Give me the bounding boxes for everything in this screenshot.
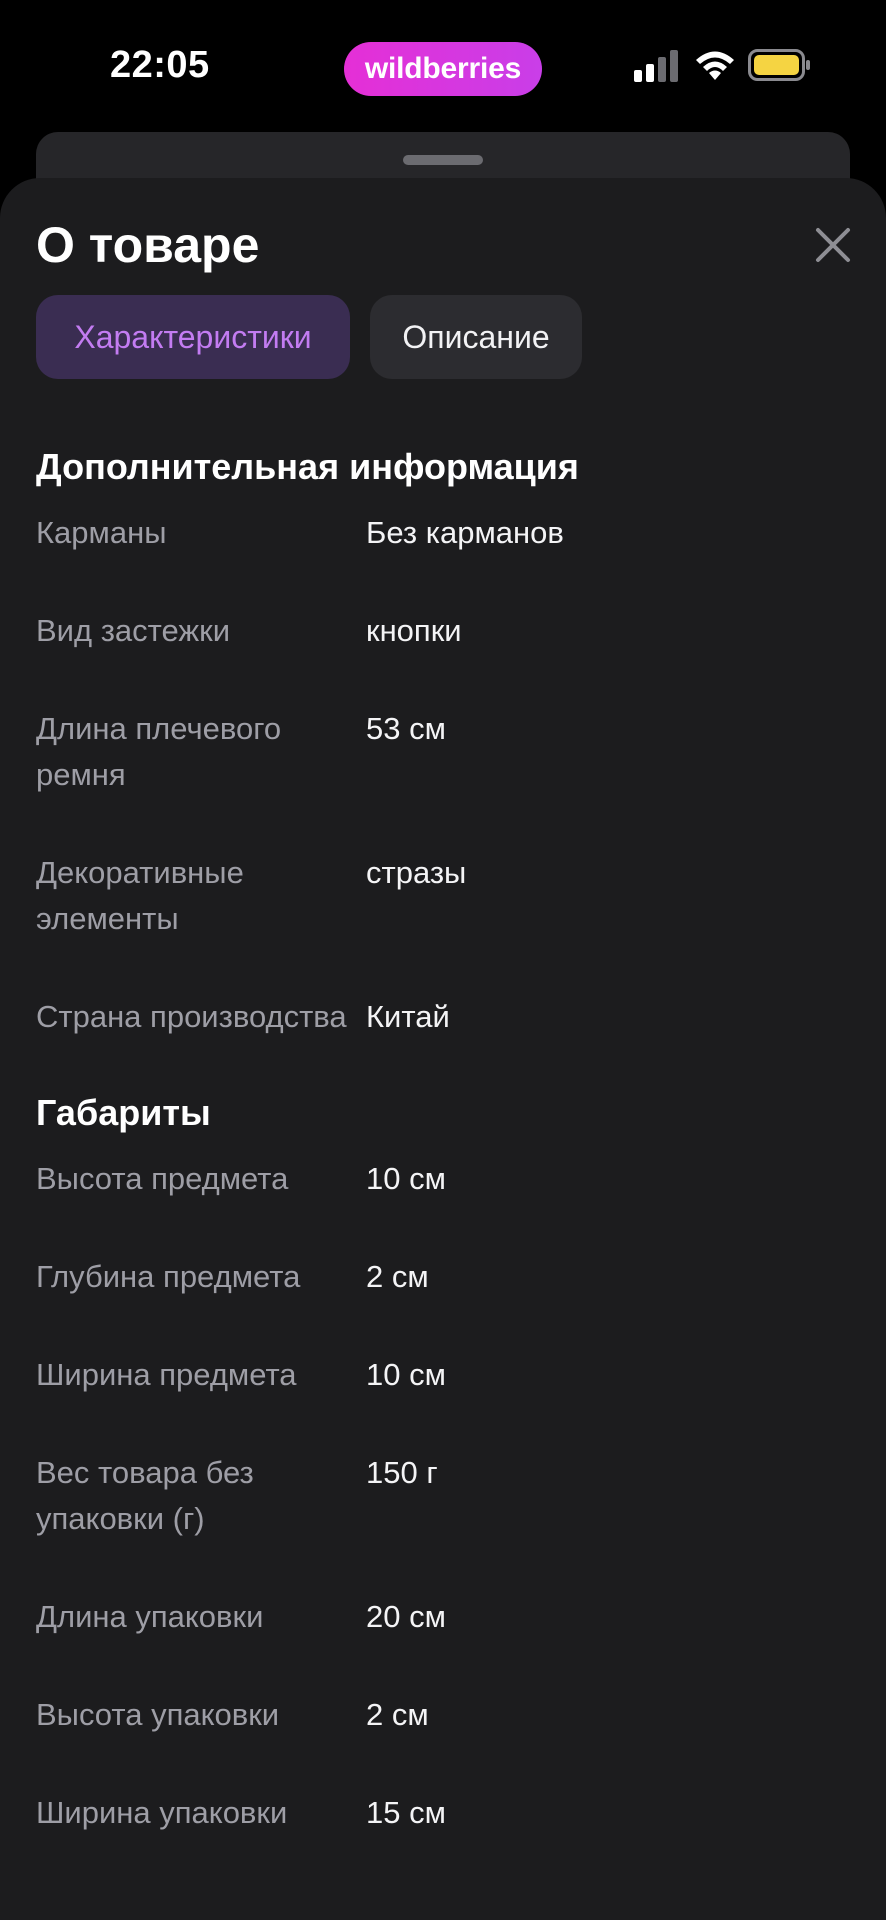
spec-label: Карманы — [36, 515, 167, 550]
spec-row: Вид застежки кнопки — [36, 608, 850, 654]
spec-label: Ширина предмета — [36, 1357, 297, 1392]
spec-label: Вид застежки — [36, 613, 231, 648]
spec-value: 150 г — [366, 1455, 438, 1490]
spec-row: Глубина предмета 2 см — [36, 1254, 850, 1300]
product-info-sheet: О товаре Характеристики Описание Дополни… — [0, 178, 886, 1920]
tabs: Характеристики Описание — [36, 295, 582, 379]
spec-label: Декоративные элементы — [36, 855, 244, 936]
spec-value: 20 см — [366, 1599, 446, 1634]
spec-label: Высота упаковки — [36, 1697, 280, 1732]
spec-row: Высота предмета 10 см — [36, 1156, 850, 1202]
close-icon — [816, 228, 850, 262]
spec-value: 10 см — [366, 1161, 446, 1196]
brand-logo: wildberries — [344, 42, 542, 96]
section-title: Габариты — [36, 1092, 211, 1133]
spec-value: Китай — [366, 999, 450, 1034]
spec-row: Ширина предмета 10 см — [36, 1352, 850, 1398]
screen: 22:05 wildberries О товаре Характеристик… — [0, 0, 886, 1920]
battery-icon — [748, 49, 810, 81]
spec-label: Вес товара без упаковки (г) — [36, 1455, 254, 1536]
spec-row: Длина упаковки 20 см — [36, 1594, 850, 1640]
spec-row: Длина плечевого ремня 53 см — [36, 706, 850, 798]
spec-row: Высота упаковки 2 см — [36, 1692, 850, 1738]
section-dimensions: Габариты Высота предмета 10 см Глубина п… — [36, 1092, 850, 1836]
spec-row: Декоративные элементы стразы — [36, 850, 850, 942]
close-button[interactable] — [806, 218, 860, 272]
section-additional-info: Дополнительная информация Карманы Без ка… — [36, 446, 850, 1040]
tab-characteristics[interactable]: Характеристики — [36, 295, 350, 379]
tab-description[interactable]: Описание — [370, 295, 582, 379]
spec-row: Страна производства Китай — [36, 994, 850, 1040]
spec-row: Ширина упаковки 15 см — [36, 1790, 850, 1836]
spec-value: Без карманов — [366, 515, 564, 550]
section-title: Дополнительная информация — [36, 446, 579, 487]
status-bar: 22:05 wildberries — [0, 0, 886, 130]
spec-label: Ширина упаковки — [36, 1795, 288, 1830]
spec-value: кнопки — [366, 613, 462, 648]
wifi-icon — [696, 51, 734, 80]
spec-value: стразы — [366, 855, 467, 890]
spec-row: Вес товара без упаковки (г) 150 г — [36, 1450, 850, 1542]
status-time: 22:05 — [110, 44, 210, 86]
spec-label: Глубина предмета — [36, 1259, 301, 1294]
spec-row: Карманы Без карманов — [36, 510, 850, 556]
spec-value: 15 см — [366, 1795, 446, 1830]
cellular-signal-icon — [634, 50, 678, 82]
spec-value: 2 см — [366, 1697, 429, 1732]
sheet-grabber[interactable] — [403, 155, 483, 165]
spec-value: 10 см — [366, 1357, 446, 1392]
spec-value: 2 см — [366, 1259, 429, 1294]
sheet-title: О товаре — [36, 217, 260, 273]
spec-value: 53 см — [366, 711, 446, 746]
spec-label: Высота предмета — [36, 1161, 289, 1196]
spec-label: Длина упаковки — [36, 1599, 264, 1634]
spec-label: Страна производства — [36, 999, 347, 1034]
characteristics-list: Дополнительная информация Карманы Без ка… — [36, 446, 850, 1888]
spec-label: Длина плечевого ремня — [36, 711, 282, 792]
